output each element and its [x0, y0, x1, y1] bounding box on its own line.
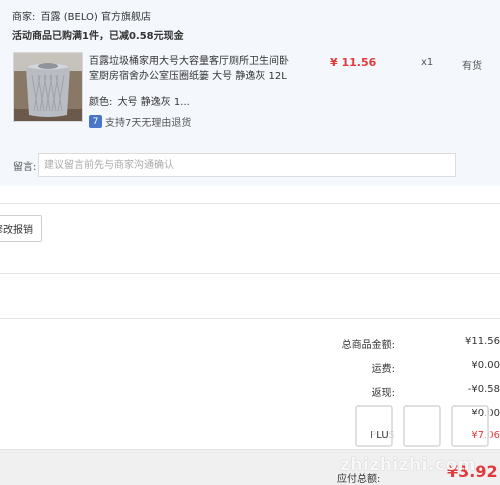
summary-label: 总商品金额:: [341, 340, 395, 351]
product-image[interactable]: [13, 52, 83, 122]
summary-label: 运费:: [371, 364, 395, 375]
merchant-label: 商家:: [12, 12, 36, 23]
variant-key: 颜色:: [89, 97, 113, 108]
watermark-logo-icon: [353, 403, 491, 449]
section-divider: [0, 203, 500, 204]
summary-value: ¥11.56: [465, 336, 500, 347]
promotion-text: 活动商品已购满1件，已减0.58元现金: [12, 31, 184, 42]
section-divider: [0, 273, 500, 274]
product-variant: 颜色: 大号 静逸灰 1...: [89, 93, 190, 108]
section-divider: [0, 318, 500, 319]
trash-bin-icon: [14, 53, 82, 121]
summary-shipping: 运费: ¥0.00: [250, 360, 500, 375]
edit-invoice-button[interactable]: 修改报销: [0, 215, 42, 242]
product-quantity: x1: [421, 57, 434, 68]
summary-value: ¥0.00: [471, 360, 500, 371]
summary-value: -¥0.58: [467, 384, 500, 395]
remark-input[interactable]: [38, 153, 456, 177]
remark-label: 留言:: [13, 162, 37, 173]
product-price: ¥ 11.56: [330, 56, 377, 69]
watermark-text: zhizhizhi.com: [340, 455, 476, 475]
summary-label: 返现:: [371, 388, 395, 399]
return-policy: 7 支持7天无理由退货: [89, 114, 191, 129]
order-item-panel: 商家: 百露 (BELO) 官方旗舰店 活动商品已购满1件，已减0.58元现金 …: [0, 0, 500, 186]
variant-value: 大号 静逸灰 1...: [117, 97, 190, 108]
product-title[interactable]: 百露垃圾桶家用大号大容量客厅厕所卫生间卧室厨房宿舍办公室压圈纸篓 大号 静逸灰 …: [89, 54, 294, 84]
return-policy-text: 支持7天无理由退货: [105, 118, 192, 129]
merchant-name[interactable]: 百露 (BELO) 官方旗舰店: [41, 12, 151, 23]
return-policy-icon: 7: [89, 115, 102, 128]
summary-goods-total: 总商品金额: ¥11.56: [250, 336, 500, 351]
stock-status: 有货: [462, 61, 482, 72]
merchant-info: 商家: 百露 (BELO) 官方旗舰店: [12, 8, 151, 23]
summary-cashback: 返现: -¥0.58: [250, 384, 500, 399]
